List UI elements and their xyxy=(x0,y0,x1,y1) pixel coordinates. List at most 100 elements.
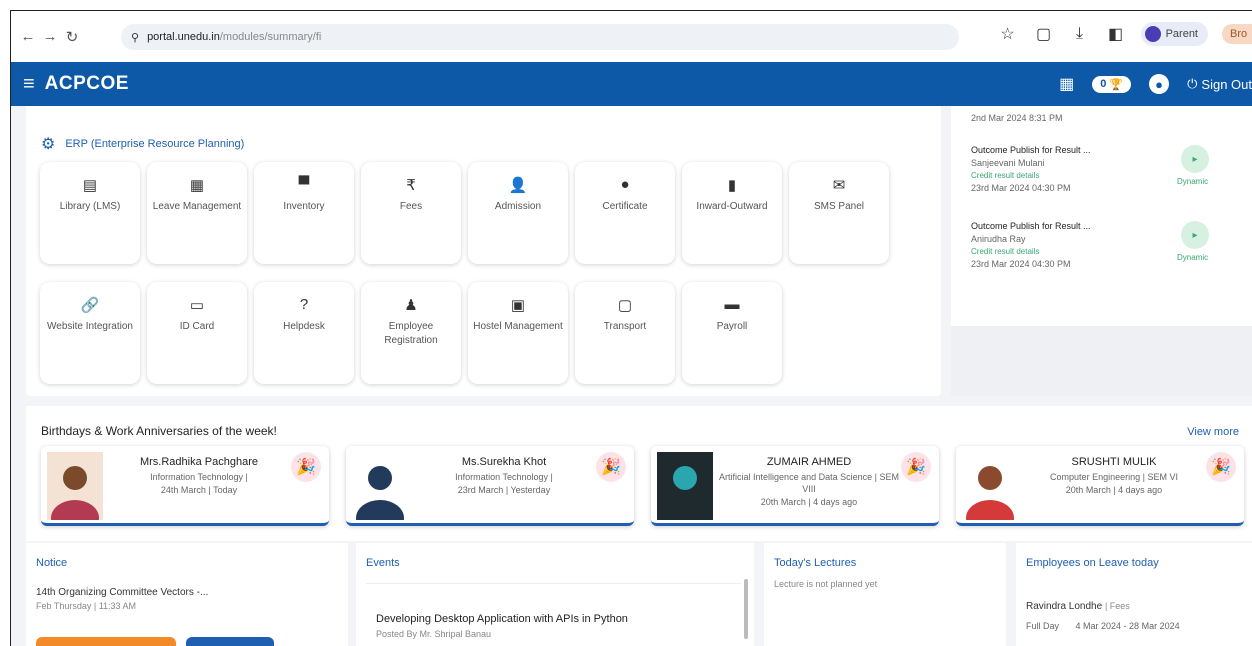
notice-item[interactable]: 14th Organizing Committee Vectors -... xyxy=(36,587,208,598)
birthday-cards: Mrs.Radhika Pachghare Information Technol… xyxy=(41,446,1244,526)
hostel-management-icon: ▣ xyxy=(510,297,526,314)
sms-panel-icon: ✉ xyxy=(832,177,846,194)
play-icon[interactable]: ▸ xyxy=(1181,221,1209,249)
erp-tile-id-card[interactable]: ▭ ID Card xyxy=(147,282,247,384)
person-date: 20th March | 4 days ago xyxy=(1065,485,1163,495)
erp-title: ERP (Enterprise Resource Planning) xyxy=(65,138,245,150)
signout-button[interactable]: ⏻ Sign Out xyxy=(1187,76,1252,92)
profile-chip-2[interactable]: Bro xyxy=(1222,24,1252,44)
lectures-title: Today's Lectures xyxy=(774,557,857,569)
person-dept: Information Technology | xyxy=(455,472,553,482)
erp-tile-certificate[interactable]: ● Certificate xyxy=(575,162,675,264)
tile-label: Inventory xyxy=(283,201,325,212)
outcome-item[interactable]: Outcome Publish for Result ... Sanjeevani… xyxy=(971,145,1243,193)
tile-label: ID Card xyxy=(179,321,215,332)
forward-icon[interactable]: → xyxy=(39,28,61,45)
tile-label: Payroll xyxy=(716,321,748,332)
site-info-icon[interactable]: ⚲ xyxy=(131,31,139,44)
erp-tile-employee-registration[interactable]: ♟ Employee Registration xyxy=(361,282,461,384)
erp-heading: ⚙ ERP (Enterprise Resource Planning) xyxy=(41,134,244,154)
tile-label: Fees xyxy=(399,201,423,212)
person-date: 24th March | Today xyxy=(160,485,238,495)
person-name: Mrs.Radhika Pachghare xyxy=(139,456,258,468)
erp-tile-inward-outward[interactable]: ▮ Inward-Outward xyxy=(682,162,782,264)
feed-date: 2nd Mar 2024 8:31 PM xyxy=(971,113,1063,123)
id-card-icon: ▭ xyxy=(189,297,205,314)
erp-tile-payroll[interactable]: ▬ Payroll xyxy=(682,282,782,384)
leave-panel: Employees on Leave today Ravindra Londhe… xyxy=(1016,543,1252,646)
erp-panel: ⚙ ERP (Enterprise Resource Planning) ▤ Li… xyxy=(26,106,941,396)
erp-tile-transport[interactable]: ▢ Transport xyxy=(575,282,675,384)
tile-label: Transport xyxy=(603,321,647,332)
outcome-tag: Dynamic xyxy=(1177,253,1209,262)
person-photo xyxy=(657,452,713,520)
address-bar[interactable]: ⚲ portal.unedu.in /modules/summary/fi xyxy=(121,24,959,50)
outcome-feed: 2nd Mar 2024 8:31 PM Outcome Publish for… xyxy=(951,106,1252,326)
tile-label: Hostel Management xyxy=(473,321,563,332)
person-photo xyxy=(47,452,103,520)
person-date: 20th March | 4 days ago xyxy=(760,497,858,507)
erp-tile-admission[interactable]: 👤 Admission xyxy=(468,162,568,264)
birthday-card[interactable]: ZUMAIR AHMED Artificial Intelligence and … xyxy=(651,446,939,526)
outcome-tag: Dynamic xyxy=(1177,177,1209,186)
lectures-empty-text: Lecture is not planned yet xyxy=(774,579,878,589)
screen-frame: ← → ↻ ⚲ portal.unedu.in /modules/summary… xyxy=(10,10,1252,646)
birthdays-panel: Birthdays & Work Anniversaries of the we… xyxy=(26,406,1252,541)
events-title: Events xyxy=(366,557,400,569)
party-popper-icon[interactable]: 🎉 xyxy=(291,452,321,482)
url-path: /modules/summary/fi xyxy=(219,31,322,43)
library-lms-icon: ▤ xyxy=(82,177,98,194)
person-photo xyxy=(352,452,408,520)
extensions-icon[interactable]: ▢ xyxy=(1033,24,1055,44)
outcome-item[interactable]: Outcome Publish for Result ... Anirudha R… xyxy=(971,221,1243,269)
tile-label: Admission xyxy=(494,201,542,212)
back-icon[interactable]: ← xyxy=(17,28,39,45)
rewards-pill[interactable]: 0 🏆 xyxy=(1092,75,1132,93)
erp-tile-hostel-management[interactable]: ▣ Hostel Management xyxy=(468,282,568,384)
notice-action-button[interactable] xyxy=(36,637,176,646)
download-icon[interactable]: ⤓ xyxy=(1069,25,1091,43)
app-header: ≡ ACPCOE ▦ 0 🏆 ● ⏻ Sign Out xyxy=(11,62,1252,106)
events-scrollbar[interactable] xyxy=(744,579,748,639)
person-name: SRUSHTI MULIK xyxy=(1071,456,1157,468)
party-popper-icon[interactable]: 🎉 xyxy=(1206,452,1236,482)
star-icon[interactable]: ☆ xyxy=(997,24,1019,44)
erp-icon: ⚙ xyxy=(41,136,56,153)
reload-icon[interactable]: ↻ xyxy=(61,28,83,46)
birthday-card[interactable]: Ms.Surekha Khot Information Technology | 2… xyxy=(346,446,634,526)
event-poster: Posted By Mr. Shripal Banau xyxy=(376,629,492,639)
profile-avatar xyxy=(1144,26,1161,42)
trophy-icon: 🏆 xyxy=(1109,78,1124,91)
erp-tile-helpdesk[interactable]: ? Helpdesk xyxy=(254,282,354,384)
right-column: 2nd Mar 2024 8:31 PM Outcome Publish for… xyxy=(951,106,1252,396)
tile-label: Library (LMS) xyxy=(59,201,121,212)
birthday-card[interactable]: Mrs.Radhika Pachghare Information Technol… xyxy=(41,446,329,526)
tile-label: Employee Registration xyxy=(384,321,438,346)
app-title: ACPCOE xyxy=(44,73,129,94)
leave-details: Full Day 4 Mar 2024 - 28 Mar 2024 xyxy=(1026,621,1180,631)
birthday-card[interactable]: SRUSHTI MULIK Computer Engineering | SEM … xyxy=(956,446,1244,526)
party-popper-icon[interactable]: 🎉 xyxy=(596,452,626,482)
user-icon[interactable]: ● xyxy=(1149,74,1170,94)
erp-tile-inventory[interactable]: ▀ Inventory xyxy=(254,162,354,264)
erp-tile-sms-panel[interactable]: ✉ SMS Panel xyxy=(789,162,889,264)
erp-tile-library-lms[interactable]: ▤ Library (LMS) xyxy=(40,162,140,264)
leave-range: 4 Mar 2024 - 28 Mar 2024 xyxy=(1075,621,1180,631)
birthdays-title: Birthdays & Work Anniversaries of the we… xyxy=(41,424,277,438)
view-more-link[interactable]: View more xyxy=(1187,426,1239,438)
play-icon[interactable]: ▸ xyxy=(1181,145,1209,173)
erp-tile-leave-management[interactable]: ▦ Leave Management xyxy=(147,162,247,264)
event-title[interactable]: Developing Desktop Application with APIs… xyxy=(376,613,628,625)
party-popper-icon[interactable]: 🎉 xyxy=(901,452,931,482)
apps-grid-icon[interactable]: ▦ xyxy=(1059,74,1074,94)
erp-tile-fees[interactable]: ₹ Fees xyxy=(361,162,461,264)
menu-icon[interactable]: ≡ xyxy=(23,73,35,96)
tile-label: Inward-Outward xyxy=(696,201,768,212)
erp-tile-website-integration[interactable]: 🔗 Website Integration xyxy=(40,282,140,384)
person-date: 23rd March | Yesterday xyxy=(457,485,551,495)
notice-secondary-button[interactable] xyxy=(186,637,274,646)
person-dept: Information Technology | xyxy=(150,472,248,482)
profile-chip[interactable]: Parent xyxy=(1140,22,1208,46)
tile-label: Leave Management xyxy=(152,201,242,212)
sidepanel-icon[interactable]: ◧ xyxy=(1105,24,1127,44)
